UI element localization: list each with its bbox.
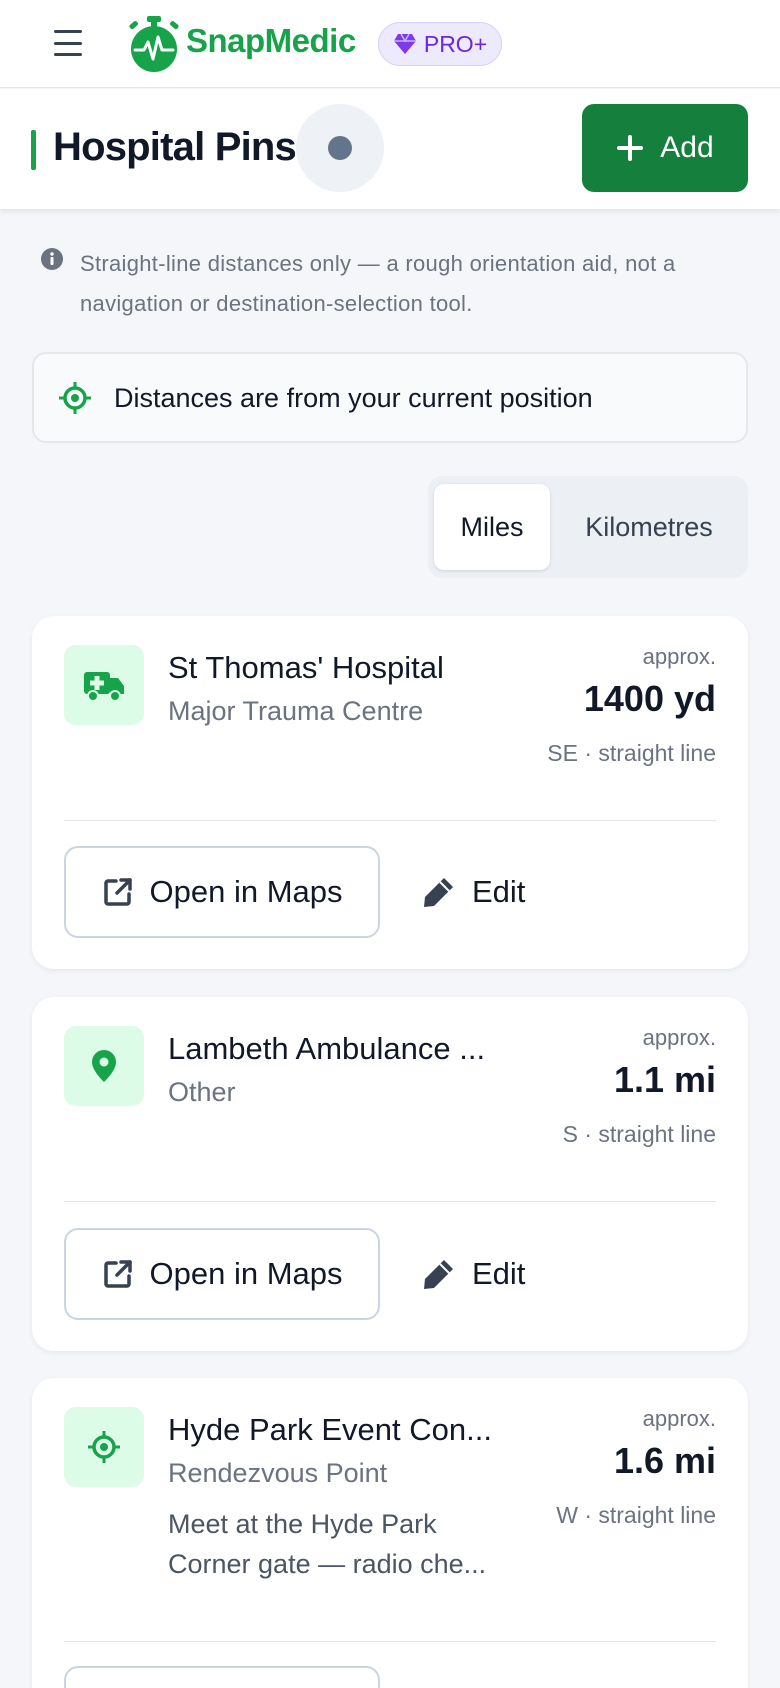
edit-pin-button[interactable]: Edit — [422, 846, 562, 938]
unit-option-kilometres[interactable]: Kilometres — [556, 484, 742, 570]
crosshair-icon — [59, 382, 91, 414]
pin-card: Lambeth Ambulance ... Other approx. 1.1 … — [32, 997, 748, 1351]
unit-toggle: Miles Kilometres — [428, 476, 748, 578]
status-dot-icon — [328, 136, 352, 160]
open-in-maps-button[interactable]: Open in Maps — [64, 846, 380, 938]
add-pin-button[interactable]: Add — [582, 104, 748, 192]
pin-category: Major Trauma Centre — [168, 696, 424, 726]
distance-disclaimer: Straight-line distances only — a rough o… — [80, 251, 676, 316]
pin-bearing: W · straight line — [556, 1502, 716, 1528]
pin-title: Hyde Park Event Con... — [168, 1412, 492, 1447]
unit-option-miles[interactable]: Miles — [434, 484, 550, 570]
stopwatch-heartbeat-logo-icon — [129, 16, 179, 72]
approx-label: approx. — [642, 1406, 716, 1431]
open-in-maps-label: Open in Maps — [149, 1256, 343, 1291]
pin-distance: 1.6 mi — [613, 1440, 716, 1481]
map-pin-icon — [92, 1050, 116, 1082]
title-accent-bar — [31, 130, 36, 170]
page-title: Hospital Pins — [53, 125, 297, 169]
add-button-label: Add — [660, 131, 714, 164]
pin-bearing: S · straight line — [562, 1121, 716, 1147]
page-header: Hospital Pins Add — [0, 89, 780, 209]
pin-title: St Thomas' Hospital — [168, 650, 444, 685]
pin-category: Other — [168, 1077, 236, 1107]
edit-pin-button[interactable]: Edit — [422, 1228, 562, 1320]
info-icon — [41, 248, 63, 270]
external-link-icon — [103, 1260, 132, 1288]
card-divider — [64, 1201, 716, 1202]
pin-card: St Thomas' Hospital Major Trauma Centre … — [32, 616, 748, 969]
pin-distance: 1.1 mi — [613, 1059, 716, 1100]
pro-badge[interactable]: PRO+ — [378, 22, 502, 66]
pin-icon-tile — [64, 1026, 144, 1106]
status-indicator-button[interactable] — [296, 104, 384, 192]
pin-distance: 1400 yd — [583, 678, 716, 719]
pin-category: Rendezvous Point — [168, 1458, 388, 1488]
open-in-maps-button[interactable]: Open in Maps — [64, 1228, 380, 1320]
menu-icon[interactable] — [54, 30, 82, 56]
app-name: SnapMedic — [186, 22, 356, 59]
plus-icon — [617, 135, 644, 161]
current-position-text: Distances are from your current position — [114, 383, 593, 413]
card-divider — [64, 1641, 716, 1642]
approx-label: approx. — [642, 644, 716, 669]
edit-label: Edit — [472, 874, 526, 909]
edit-label: Edit — [472, 1256, 526, 1291]
current-position-banner: Distances are from your current position — [32, 352, 748, 443]
pin-icon-tile — [64, 1407, 144, 1487]
pencil-icon — [424, 1260, 453, 1289]
crosshair-icon — [88, 1431, 120, 1463]
pin-title: Lambeth Ambulance ... — [168, 1031, 486, 1066]
top-app-bar: SnapMedic PRO+ — [0, 0, 780, 88]
pin-bearing: SE · straight line — [547, 740, 716, 766]
approx-label: approx. — [642, 1025, 716, 1050]
pencil-icon — [424, 878, 453, 907]
ambulance-icon — [84, 672, 124, 702]
pin-card: Hyde Park Event Con... Rendezvous Point … — [32, 1378, 748, 1688]
pin-icon-tile — [64, 645, 144, 725]
card-divider — [64, 820, 716, 821]
pro-badge-label: PRO+ — [423, 30, 488, 57]
open-in-maps-label: Open in Maps — [149, 874, 343, 909]
gem-icon — [393, 33, 416, 54]
open-in-maps-button[interactable] — [64, 1666, 380, 1688]
external-link-icon — [103, 878, 132, 906]
pin-note: Meet at the Hyde Park Corner gate — radi… — [168, 1509, 487, 1579]
